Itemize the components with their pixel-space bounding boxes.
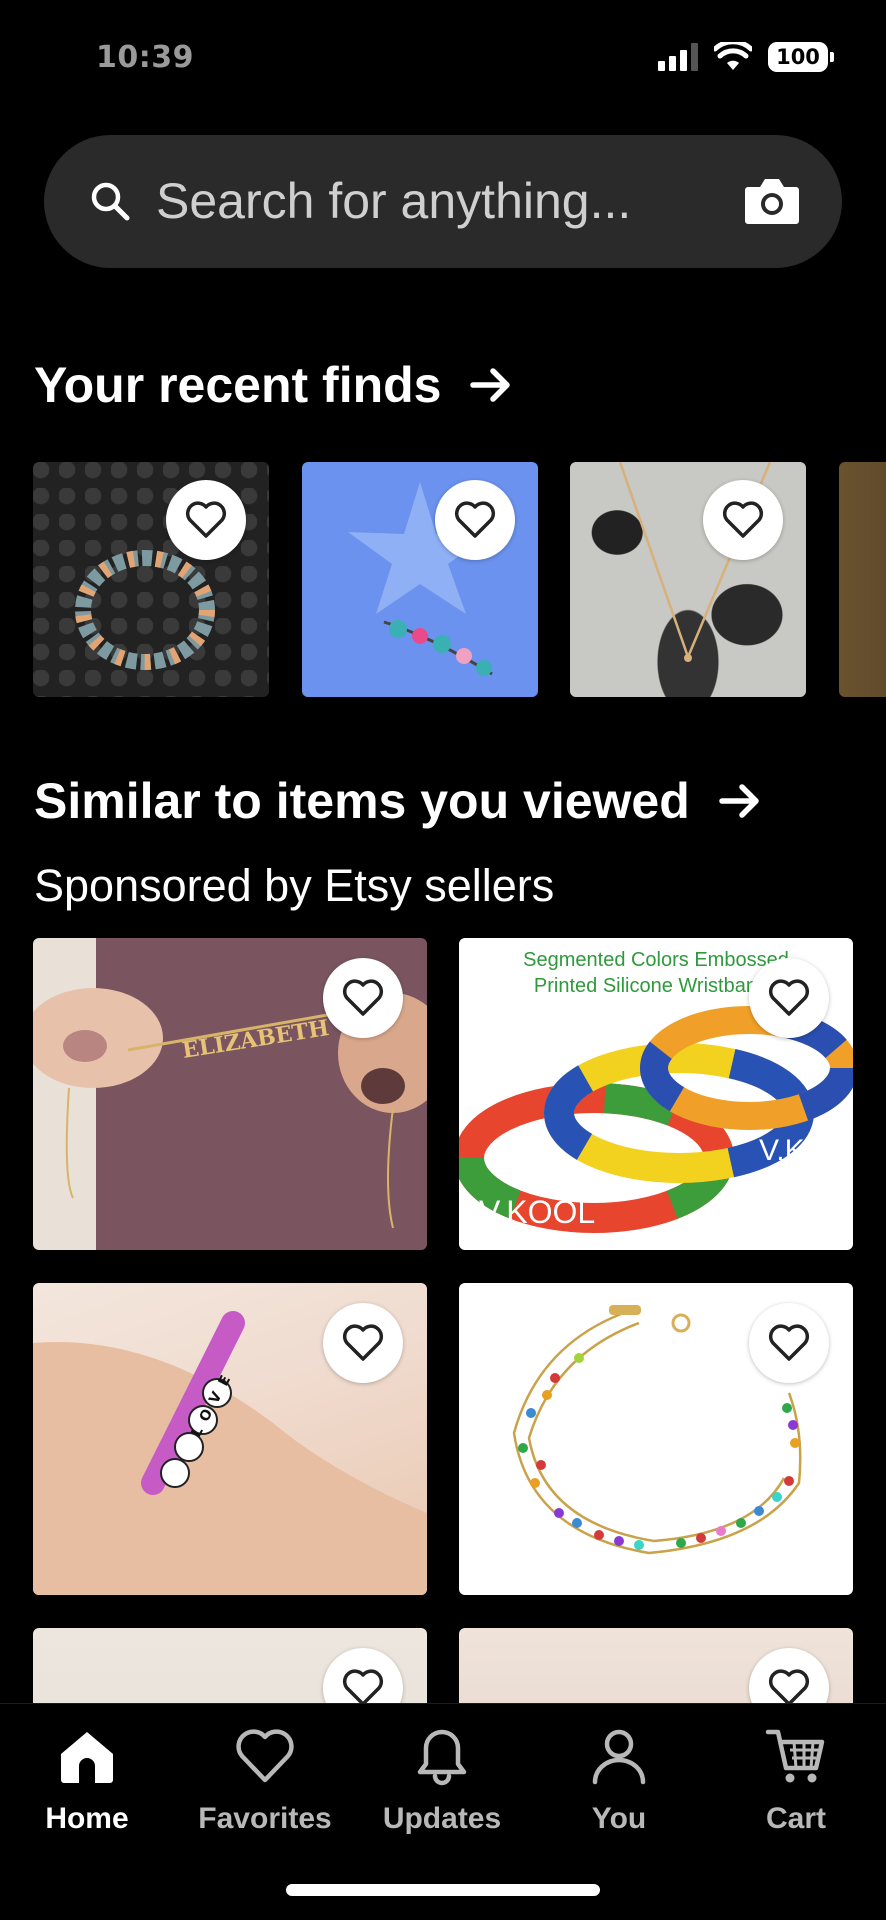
heart-outline-icon xyxy=(342,1669,384,1706)
tab-label-home: Home xyxy=(45,1802,129,1835)
heart-outline-icon xyxy=(768,1669,810,1706)
recent-item[interactable] xyxy=(33,462,269,697)
tab-cart[interactable]: Cart xyxy=(711,1724,881,1836)
tab-label-favorites: Favorites xyxy=(198,1802,332,1835)
heart-outline-icon xyxy=(342,979,384,1016)
status-time: 10:39 xyxy=(96,40,194,75)
tab-updates[interactable]: Updates xyxy=(357,1724,527,1836)
search-bar[interactable] xyxy=(44,135,842,268)
favorite-button[interactable] xyxy=(435,480,515,560)
recent-finds-heading[interactable]: Your recent finds xyxy=(34,356,513,414)
wristband-brand-text-2: V.KOOL xyxy=(759,1134,853,1167)
recent-finds-title: Your recent finds xyxy=(34,357,442,413)
necklace-name-text: ELIZABETH xyxy=(180,1015,330,1064)
wifi-icon xyxy=(714,42,752,70)
similar-items-heading[interactable]: Similar to items you viewed xyxy=(34,772,762,830)
cellular-signal-icon xyxy=(658,43,698,71)
wristband-caption-line2: Printed Silicone Wristbands xyxy=(534,975,778,997)
product-card[interactable]: ELIZABETH xyxy=(33,938,427,1250)
favorite-button[interactable] xyxy=(323,1303,403,1383)
sponsored-label: Sponsored by Etsy sellers xyxy=(34,860,555,911)
recent-item[interactable] xyxy=(839,462,886,697)
tab-favorites[interactable]: Favorites xyxy=(180,1724,350,1836)
heart-outline-icon xyxy=(768,1324,810,1361)
similar-items-title: Similar to items you viewed xyxy=(34,773,690,829)
arrow-right-icon xyxy=(470,368,511,402)
product-card[interactable] xyxy=(459,1283,853,1595)
tab-label-updates: Updates xyxy=(382,1802,502,1835)
person-icon xyxy=(592,1729,646,1785)
tab-you[interactable]: You xyxy=(534,1724,704,1836)
tab-label-you: You xyxy=(591,1802,647,1835)
battery-icon: 100 xyxy=(768,42,834,72)
favorite-button[interactable] xyxy=(166,480,246,560)
favorite-button[interactable] xyxy=(749,958,829,1038)
heart-outline-icon xyxy=(722,501,764,538)
heart-icon xyxy=(236,1729,294,1783)
tab-label-cart: Cart xyxy=(765,1802,826,1835)
tab-home[interactable]: Home xyxy=(2,1724,172,1836)
favorite-button[interactable] xyxy=(703,480,783,560)
arrow-right-icon xyxy=(719,784,759,818)
bell-icon xyxy=(417,1729,467,1786)
camera-icon[interactable] xyxy=(744,175,800,225)
home-icon xyxy=(61,1732,113,1783)
heart-outline-icon xyxy=(454,501,496,538)
status-icons: 100 xyxy=(658,42,834,72)
home-indicator[interactable] xyxy=(286,1884,600,1896)
recent-finds-carousel[interactable] xyxy=(33,462,886,697)
heart-outline-icon xyxy=(185,501,227,538)
recent-item[interactable] xyxy=(570,462,806,697)
product-card[interactable]: LOVE xyxy=(33,1283,427,1595)
search-input[interactable] xyxy=(156,171,736,231)
favorite-button[interactable] xyxy=(323,958,403,1038)
wristband-caption-line1: Segmented Colors Embossed xyxy=(523,949,789,971)
cart-icon xyxy=(765,1729,825,1783)
wristband-brand-text: V.KOOL xyxy=(479,1194,595,1230)
etsy-home-screen: 10:39 100 Your recent finds xyxy=(0,0,886,1920)
heart-outline-icon xyxy=(342,1324,384,1361)
heart-outline-icon xyxy=(768,979,810,1016)
product-card[interactable]: Segmented Colors Embossed Printed Silico… xyxy=(459,938,853,1250)
search-icon xyxy=(91,182,130,221)
favorite-button[interactable] xyxy=(749,1303,829,1383)
recent-item[interactable] xyxy=(302,462,538,697)
